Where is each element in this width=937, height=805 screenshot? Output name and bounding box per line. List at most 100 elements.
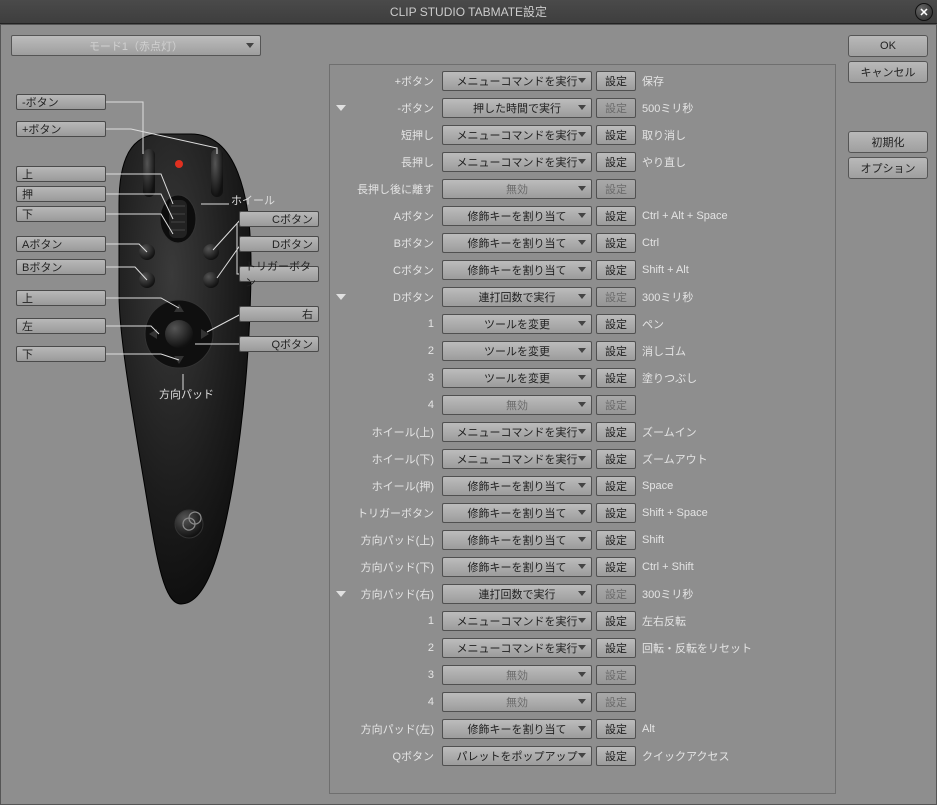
setting-row: 長押しメニューコマンドを実行設定やり直し (332, 148, 833, 175)
configure-button[interactable]: 設定 (596, 314, 636, 334)
configure-button[interactable]: 設定 (596, 71, 636, 91)
row-label: 3 (352, 372, 438, 384)
row-label: ホイール(上) (352, 424, 438, 440)
chevron-down-icon (578, 159, 586, 164)
action-select[interactable]: メニューコマンドを実行 (442, 422, 592, 442)
row-label: 長押し (352, 154, 438, 170)
chevron-down-icon (578, 132, 586, 137)
configure-button[interactable]: 設定 (596, 503, 636, 523)
action-select[interactable]: ツールを変更 (442, 368, 592, 388)
mode-select-label: モード1（赤点灯） (89, 38, 183, 54)
action-select[interactable]: ツールを変更 (442, 341, 592, 361)
sidebar: OK キャンセル 初期化 オプション (840, 25, 936, 804)
action-select[interactable]: ツールを変更 (442, 314, 592, 334)
action-select[interactable]: メニューコマンドを実行 (442, 449, 592, 469)
setting-row: 3ツールを変更設定塗りつぶし (332, 364, 833, 391)
chevron-down-icon (578, 375, 586, 380)
action-select[interactable]: 押した時間で実行 (442, 98, 592, 118)
chevron-down-icon (578, 591, 586, 596)
action-select[interactable]: 無効 (442, 395, 592, 415)
row-label: ホイール(押) (352, 478, 438, 494)
configure-button[interactable]: 設定 (596, 368, 636, 388)
ok-button[interactable]: OK (848, 35, 928, 57)
configure-button[interactable]: 設定 (596, 206, 636, 226)
row-label: Aボタン (352, 208, 438, 224)
callout-a: Aボタン (16, 236, 106, 252)
action-select[interactable]: 修飾キーを割り当て (442, 233, 592, 253)
action-select[interactable]: 修飾キーを割り当て (442, 719, 592, 739)
row-label: Cボタン (352, 262, 438, 278)
option-button[interactable]: オプション (848, 157, 928, 179)
setting-row: 3無効設定 (332, 661, 833, 688)
action-select[interactable]: メニューコマンドを実行 (442, 71, 592, 91)
chevron-down-icon (578, 267, 586, 272)
action-select[interactable]: 修飾キーを割り当て (442, 557, 592, 577)
setting-row: 長押し後に離す無効設定 (332, 175, 833, 202)
action-select[interactable]: 無効 (442, 665, 592, 685)
chevron-down-icon (578, 726, 586, 731)
action-select[interactable]: 無効 (442, 692, 592, 712)
row-value: Alt (640, 723, 655, 735)
setting-row: Dボタン連打回数で実行設定300ミリ秒 (332, 283, 833, 310)
configure-button[interactable]: 設定 (596, 422, 636, 442)
row-value: 500ミリ秒 (640, 100, 693, 116)
configure-button[interactable]: 設定 (596, 152, 636, 172)
chevron-down-icon (578, 294, 586, 299)
action-select[interactable]: メニューコマンドを実行 (442, 638, 592, 658)
chevron-down-icon (578, 321, 586, 326)
configure-button[interactable]: 設定 (596, 476, 636, 496)
label-dpad: 方向パッド (159, 386, 214, 402)
action-select[interactable]: 連打回数で実行 (442, 287, 592, 307)
configure-button[interactable]: 設定 (596, 719, 636, 739)
action-select[interactable]: メニューコマンドを実行 (442, 611, 592, 631)
row-label: 長押し後に離す (352, 181, 438, 197)
chevron-down-icon (578, 186, 586, 191)
row-label: 4 (352, 696, 438, 708)
row-value: 取り消し (640, 127, 686, 143)
action-select[interactable]: パレットをポップアップ (442, 746, 592, 766)
chevron-down-icon (578, 564, 586, 569)
configure-button[interactable]: 設定 (596, 611, 636, 631)
row-label: 4 (352, 399, 438, 411)
mode-select[interactable]: モード1（赤点灯） (11, 35, 261, 56)
configure-button[interactable]: 設定 (596, 449, 636, 469)
cancel-button[interactable]: キャンセル (848, 61, 928, 83)
action-select[interactable]: メニューコマンドを実行 (442, 152, 592, 172)
action-select[interactable]: 修飾キーを割り当て (442, 530, 592, 550)
setting-row: 2ツールを変更設定消しゴム (332, 337, 833, 364)
expand-icon[interactable] (336, 105, 346, 111)
action-select[interactable]: 無効 (442, 179, 592, 199)
configure-button[interactable]: 設定 (596, 260, 636, 280)
titlebar: CLIP STUDIO TABMATE設定 ✕ (0, 0, 937, 24)
action-select[interactable]: 修飾キーを割り当て (442, 476, 592, 496)
action-select[interactable]: 修飾キーを割り当て (442, 206, 592, 226)
chevron-down-icon (578, 618, 586, 623)
action-select[interactable]: 修飾キーを割り当て (442, 503, 592, 523)
expand-icon[interactable] (336, 591, 346, 597)
setting-row: ホイール(下)メニューコマンドを実行設定ズームアウト (332, 445, 833, 472)
expand-icon[interactable] (336, 294, 346, 300)
row-value: Ctrl (640, 237, 659, 249)
configure-button[interactable]: 設定 (596, 125, 636, 145)
row-value: クイックアクセス (640, 748, 729, 764)
chevron-down-icon (578, 456, 586, 461)
action-select[interactable]: 連打回数で実行 (442, 584, 592, 604)
configure-button[interactable]: 設定 (596, 557, 636, 577)
configure-button[interactable]: 設定 (596, 746, 636, 766)
close-icon[interactable]: ✕ (915, 3, 933, 21)
configure-button[interactable]: 設定 (596, 638, 636, 658)
configure-button[interactable]: 設定 (596, 530, 636, 550)
setting-row: Aボタン修飾キーを割り当て設定Ctrl + Alt + Space (332, 202, 833, 229)
configure-button[interactable]: 設定 (596, 341, 636, 361)
settings-scroll[interactable]: +ボタンメニューコマンドを実行設定保存-ボタン押した時間で実行設定500ミリ秒短… (330, 65, 835, 793)
chevron-down-icon (578, 753, 586, 758)
row-label: 方向パッド(右) (352, 586, 438, 602)
settings-panel: +ボタンメニューコマンドを実行設定保存-ボタン押した時間で実行設定500ミリ秒短… (329, 64, 836, 794)
action-select[interactable]: 修飾キーを割り当て (442, 260, 592, 280)
chevron-down-icon (578, 537, 586, 542)
configure-button[interactable]: 設定 (596, 233, 636, 253)
reset-button[interactable]: 初期化 (848, 131, 928, 153)
setting-row: Qボタンパレットをポップアップ設定クイックアクセス (332, 742, 833, 769)
action-select[interactable]: メニューコマンドを実行 (442, 125, 592, 145)
callout-plus: +ボタン (16, 121, 106, 137)
